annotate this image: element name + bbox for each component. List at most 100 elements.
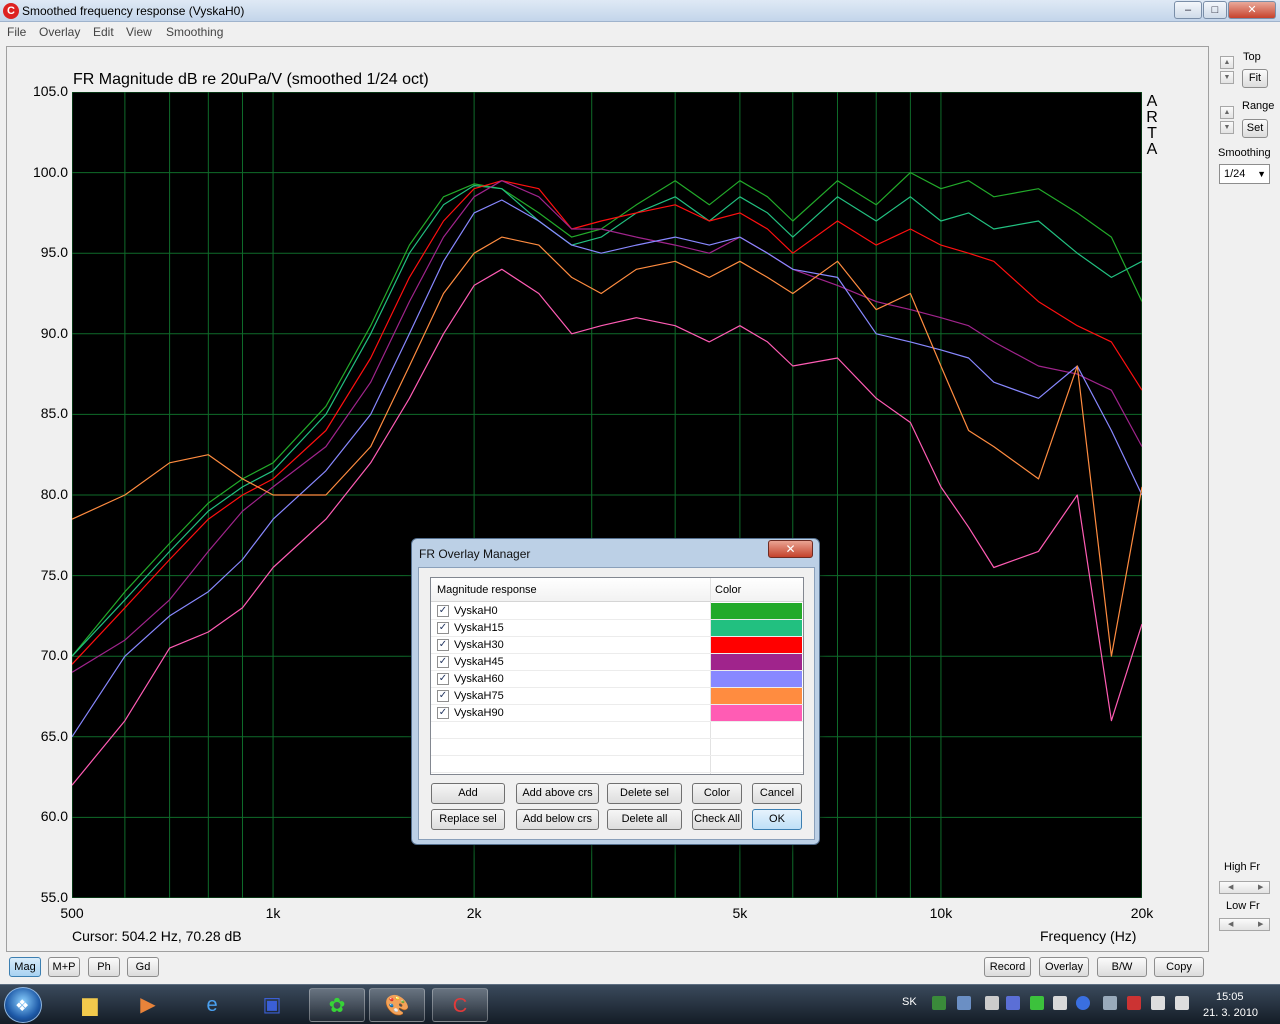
arrow-right-icon[interactable]: ▶ bbox=[1258, 882, 1263, 893]
top-up-arrow[interactable]: ▲ bbox=[1220, 56, 1234, 69]
high-fr-scrollbar[interactable]: ◀ ▶ bbox=[1219, 881, 1270, 894]
chevron-down-icon: ▼ bbox=[1257, 169, 1266, 179]
language-indicator[interactable]: SK bbox=[902, 996, 917, 1008]
overlay-list[interactable]: Magnitude response Color ✓ VyskaH0 ✓ VyskaH… bbox=[430, 577, 804, 775]
color-swatch[interactable] bbox=[711, 654, 802, 670]
mag-button[interactable]: Mag bbox=[9, 957, 41, 977]
overlay-checkbox[interactable]: ✓ bbox=[437, 622, 449, 634]
menu-smoothing[interactable]: Smoothing bbox=[166, 25, 223, 39]
arrow-left-icon[interactable]: ◀ bbox=[1228, 919, 1233, 930]
list-item[interactable]: ✓ VyskaH75 bbox=[431, 688, 803, 705]
bolt-tray-icon[interactable] bbox=[1076, 996, 1090, 1010]
bw-button[interactable]: B/W bbox=[1097, 957, 1147, 977]
internet-explorer-icon[interactable]: e bbox=[184, 988, 240, 1022]
menu-edit[interactable]: Edit bbox=[93, 25, 114, 39]
flag-tray-icon[interactable] bbox=[1127, 996, 1141, 1010]
icq-tray-icon[interactable] bbox=[1030, 996, 1044, 1010]
high-fr-label: High Fr bbox=[1224, 861, 1261, 873]
add-below-cursor-button[interactable]: Add below crs bbox=[516, 809, 599, 830]
overlay-name: VyskaH15 bbox=[454, 622, 504, 634]
delete-selected-button[interactable]: Delete sel bbox=[607, 783, 682, 804]
column-header-color[interactable]: Color bbox=[715, 584, 741, 596]
color-swatch[interactable] bbox=[711, 688, 802, 704]
usb-tray-icon[interactable] bbox=[985, 996, 999, 1010]
windows-logo-icon: ❖ bbox=[15, 998, 30, 1015]
overlay-name: VyskaH90 bbox=[454, 707, 504, 719]
arta-app-icon[interactable]: C bbox=[432, 988, 488, 1022]
overlay-checkbox[interactable]: ✓ bbox=[437, 707, 449, 719]
tools-tray-icon[interactable] bbox=[1103, 996, 1117, 1010]
clock-date[interactable]: 21. 3. 2010 bbox=[1203, 1007, 1258, 1019]
clock-time[interactable]: 15:05 bbox=[1216, 991, 1244, 1003]
smoothing-select[interactable]: 1/24 ▼ bbox=[1219, 164, 1270, 184]
floppy-disk-icon[interactable]: ▣ bbox=[244, 988, 300, 1022]
replace-selected-button[interactable]: Replace sel bbox=[431, 809, 505, 830]
phase-button[interactable]: Ph bbox=[88, 957, 120, 977]
set-button[interactable]: Set bbox=[1242, 119, 1268, 138]
menu-view[interactable]: View bbox=[126, 25, 152, 39]
monitor-tray-icon[interactable] bbox=[1151, 996, 1165, 1010]
column-header-response[interactable]: Magnitude response bbox=[437, 584, 537, 596]
cancel-button[interactable]: Cancel bbox=[752, 783, 802, 804]
minimize-button[interactable]: – bbox=[1174, 1, 1202, 19]
check-all-button[interactable]: Check All bbox=[692, 809, 742, 830]
hud-tray-icon[interactable] bbox=[932, 996, 946, 1010]
overlay-checkbox[interactable]: ✓ bbox=[437, 639, 449, 651]
arrow-right-icon[interactable]: ▶ bbox=[1258, 919, 1263, 930]
arrow-left-icon[interactable]: ◀ bbox=[1228, 882, 1233, 893]
close-button[interactable]: ✕ bbox=[1228, 1, 1276, 19]
menu-overlay[interactable]: Overlay bbox=[39, 25, 80, 39]
color-swatch[interactable] bbox=[711, 671, 802, 687]
overlay-name: VyskaH45 bbox=[454, 656, 504, 668]
list-item[interactable]: ✓ VyskaH45 bbox=[431, 654, 803, 671]
list-item[interactable]: ✓ VyskaH90 bbox=[431, 705, 803, 722]
list-item[interactable]: ✓ VyskaH15 bbox=[431, 620, 803, 637]
paint-palette-icon[interactable]: 🎨 bbox=[369, 988, 425, 1022]
folder-icon[interactable]: ▆ bbox=[62, 988, 118, 1022]
volume-tray-icon[interactable] bbox=[1175, 996, 1189, 1010]
chart-title: FR Magnitude dB re 20uPa/V (smoothed 1/2… bbox=[73, 71, 429, 88]
x-tick-label: 1k bbox=[265, 905, 281, 921]
list-item[interactable]: ✓ VyskaH30 bbox=[431, 637, 803, 654]
record-button[interactable]: Record bbox=[984, 957, 1031, 977]
list-item[interactable]: ✓ VyskaH60 bbox=[431, 671, 803, 688]
update-tray-icon[interactable] bbox=[1053, 996, 1067, 1010]
range-down-arrow[interactable]: ▼ bbox=[1220, 121, 1234, 134]
overlay-checkbox[interactable]: ✓ bbox=[437, 656, 449, 668]
dialog-close-button[interactable]: ✕ bbox=[768, 540, 813, 558]
y-tick-label: 90.0 bbox=[40, 324, 68, 341]
ok-button[interactable]: OK bbox=[752, 809, 802, 830]
range-up-arrow[interactable]: ▲ bbox=[1220, 106, 1234, 119]
empty-list-row bbox=[431, 739, 803, 756]
copy-button[interactable]: Copy bbox=[1154, 957, 1204, 977]
media-player-icon[interactable]: ▶ bbox=[120, 988, 176, 1022]
group-delay-button[interactable]: Gd bbox=[127, 957, 159, 977]
network-tray-icon[interactable] bbox=[957, 996, 971, 1010]
mag-phase-button[interactable]: M+P bbox=[48, 957, 80, 977]
fit-button[interactable]: Fit bbox=[1242, 69, 1268, 88]
y-tick-label: 80.0 bbox=[40, 486, 68, 502]
add-button[interactable]: Add bbox=[431, 783, 505, 804]
add-above-cursor-button[interactable]: Add above crs bbox=[516, 783, 599, 804]
overlay-checkbox[interactable]: ✓ bbox=[437, 673, 449, 685]
icq-flower-icon[interactable]: ✿ bbox=[309, 988, 365, 1022]
app-tray-icon[interactable] bbox=[1006, 996, 1020, 1010]
overlay-button[interactable]: Overlay bbox=[1039, 957, 1089, 977]
maximize-button[interactable]: □ bbox=[1203, 1, 1227, 19]
color-button[interactable]: Color bbox=[692, 783, 742, 804]
color-swatch[interactable] bbox=[711, 603, 802, 619]
low-fr-scrollbar[interactable]: ◀ ▶ bbox=[1219, 918, 1270, 931]
overlay-checkbox[interactable]: ✓ bbox=[437, 605, 449, 617]
color-swatch[interactable] bbox=[711, 620, 802, 636]
list-item[interactable]: ✓ VyskaH0 bbox=[431, 603, 803, 620]
color-swatch[interactable] bbox=[711, 705, 802, 721]
color-swatch[interactable] bbox=[711, 637, 802, 653]
overlay-checkbox[interactable]: ✓ bbox=[437, 690, 449, 702]
delete-all-button[interactable]: Delete all bbox=[607, 809, 682, 830]
start-button[interactable]: ❖ bbox=[4, 987, 42, 1023]
menu-file[interactable]: File bbox=[7, 25, 26, 39]
arta-letter: T bbox=[1147, 125, 1157, 142]
y-tick-label: 65.0 bbox=[40, 727, 68, 744]
arta-app-icon[interactable]: C bbox=[3, 3, 19, 19]
top-down-arrow[interactable]: ▼ bbox=[1220, 71, 1234, 84]
